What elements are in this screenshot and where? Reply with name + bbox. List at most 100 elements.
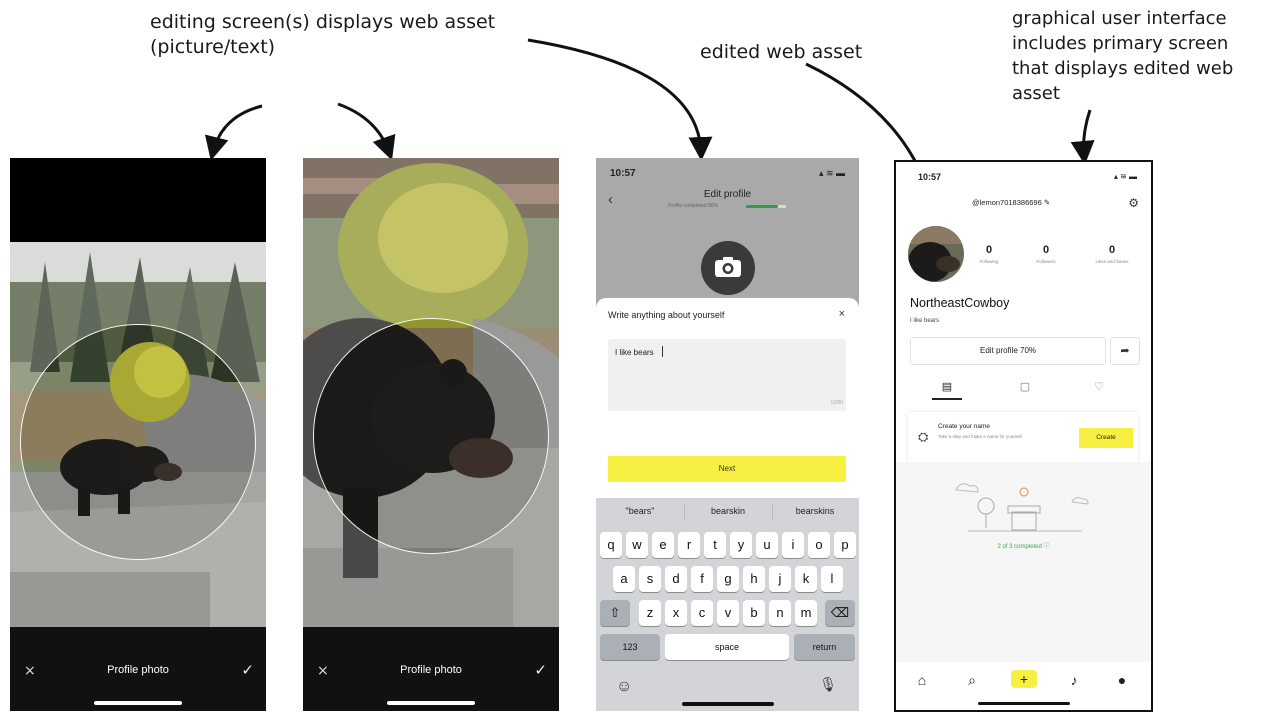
numbers-key[interactable]: 123 bbox=[600, 634, 660, 660]
suggestion-item[interactable]: "bears" bbox=[597, 506, 683, 516]
annotation-line: (picture/text) bbox=[150, 36, 276, 58]
close-icon[interactable]: × bbox=[839, 308, 845, 320]
delete-key[interactable]: ⌫ bbox=[825, 600, 855, 626]
sheet-title: Write anything about yourself bbox=[608, 310, 725, 320]
page-title: Edit profile bbox=[703, 189, 752, 200]
nav-notifications-icon[interactable]: ♪ bbox=[1062, 672, 1086, 688]
stat-value: 0 bbox=[1042, 244, 1050, 256]
key-p[interactable]: p bbox=[834, 532, 856, 558]
key-f[interactable]: f bbox=[691, 566, 713, 592]
card-subtitle: Take a step and make a name for yourself… bbox=[938, 434, 1024, 439]
nav-create-button[interactable]: + bbox=[1011, 670, 1037, 688]
crop-circle[interactable] bbox=[20, 324, 256, 560]
home-indicator bbox=[977, 702, 1070, 705]
card-title: Create your name bbox=[938, 423, 991, 430]
status-time: 10:57 bbox=[918, 172, 942, 182]
annotation-line: that displays edited web bbox=[1012, 58, 1234, 79]
active-tab-indicator bbox=[932, 398, 962, 400]
bear-photo[interactable] bbox=[10, 242, 266, 628]
camera-icon bbox=[715, 257, 741, 277]
crop-toolbar: × Profile photo ✓ bbox=[10, 627, 266, 711]
key-g[interactable]: g bbox=[717, 566, 739, 592]
bio-edit-screen: 10:57 ▴ ≋ ▬ ‹ Edit profile Profile compl… bbox=[596, 158, 859, 711]
crop-toolbar: × Profile photo ✓ bbox=[303, 627, 559, 711]
annotation-line: includes primary screen bbox=[1012, 33, 1229, 54]
confirm-button[interactable]: ✓ bbox=[241, 661, 254, 679]
annotation-line: editing screen(s) displays web asset bbox=[150, 11, 496, 33]
crop-circle[interactable] bbox=[313, 318, 549, 554]
emoji-icon[interactable]: ☺ bbox=[616, 678, 632, 696]
key-r[interactable]: r bbox=[678, 532, 700, 558]
key-q[interactable]: q bbox=[600, 532, 622, 558]
stat-label: Likes and Saves bbox=[1095, 259, 1129, 264]
key-n[interactable]: n bbox=[769, 600, 791, 626]
key-c[interactable]: c bbox=[691, 600, 713, 626]
bear-photo-zoomed[interactable] bbox=[303, 158, 559, 628]
profile-avatar[interactable] bbox=[908, 226, 964, 282]
key-i[interactable]: i bbox=[782, 532, 804, 558]
key-t[interactable]: t bbox=[704, 532, 726, 558]
profile-avatar-drawing bbox=[908, 226, 964, 282]
settings-gear-icon[interactable]: ⚙ bbox=[1128, 196, 1139, 210]
key-s[interactable]: s bbox=[639, 566, 661, 592]
key-h[interactable]: h bbox=[743, 566, 765, 592]
tab-liked-icon[interactable]: ♡ bbox=[1084, 380, 1114, 393]
home-indicator bbox=[94, 701, 182, 705]
microphone-icon[interactable]: 🎙 bbox=[819, 676, 837, 693]
profile-screen: 10:57 ▴ ≋ ▬ @lemon7018386696 ✎ ⚙ 0 Follo… bbox=[894, 160, 1153, 712]
suggestion-item[interactable]: bearskin bbox=[685, 506, 771, 516]
nav-search-icon[interactable]: ⌕ bbox=[960, 672, 984, 689]
stat-followers[interactable]: 0 Followers bbox=[1016, 244, 1076, 264]
profile-progress-bar bbox=[746, 205, 786, 208]
key-w[interactable]: w bbox=[626, 532, 648, 558]
confirm-button[interactable]: ✓ bbox=[534, 661, 547, 679]
shift-key[interactable]: ⇧ bbox=[600, 600, 630, 626]
key-a[interactable]: a bbox=[613, 566, 635, 592]
person-icon: ⛭ bbox=[918, 429, 929, 444]
key-u[interactable]: u bbox=[756, 532, 778, 558]
nav-profile-icon[interactable]: ● bbox=[1110, 672, 1134, 688]
key-m[interactable]: m bbox=[795, 600, 817, 626]
crop-title: Profile photo bbox=[107, 664, 169, 676]
key-b[interactable]: b bbox=[743, 600, 765, 626]
stat-likes[interactable]: 0 Likes and Saves bbox=[1082, 244, 1142, 264]
key-v[interactable]: v bbox=[717, 600, 739, 626]
key-k[interactable]: k bbox=[795, 566, 817, 592]
user-handle[interactable]: @lemon7018386696 ✎ bbox=[972, 198, 1050, 207]
key-e[interactable]: e bbox=[652, 532, 674, 558]
crop-screen-left: × Profile photo ✓ bbox=[10, 158, 266, 711]
stat-value: 0 bbox=[985, 244, 993, 256]
completion-status: 2 of 3 completed ⓘ bbox=[997, 544, 1050, 550]
tab-saved-icon[interactable]: ▢ bbox=[1010, 380, 1040, 393]
key-z[interactable]: z bbox=[639, 600, 661, 626]
tab-posts-icon[interactable]: ▤ bbox=[932, 380, 962, 393]
share-icon[interactable]: ➦ bbox=[1110, 337, 1140, 365]
key-l[interactable]: l bbox=[821, 566, 843, 592]
annotation-edited-asset: edited web asset bbox=[700, 41, 863, 63]
key-x[interactable]: x bbox=[665, 600, 687, 626]
return-key[interactable]: return bbox=[794, 634, 855, 660]
next-button[interactable]: Next bbox=[608, 456, 846, 482]
profile-progress-fill bbox=[746, 205, 778, 208]
profile-bio: I like bears bbox=[910, 318, 940, 324]
annotation-line: graphical user interface bbox=[1012, 8, 1227, 29]
annotation-gui: graphical user interface includes primar… bbox=[1012, 6, 1233, 106]
annotation-editing-screens: editing screen(s) displays web asset (pi… bbox=[150, 10, 495, 60]
status-icons: ▴ ≋ ▬ bbox=[818, 168, 845, 178]
create-button[interactable]: Create bbox=[1079, 428, 1133, 448]
arrow-to-right-crop bbox=[337, 102, 396, 161]
stat-following[interactable]: 0 Following bbox=[959, 244, 1019, 264]
key-j[interactable]: j bbox=[769, 566, 791, 592]
home-indicator bbox=[681, 702, 774, 706]
key-y[interactable]: y bbox=[730, 532, 752, 558]
edit-profile-button[interactable]: Edit profile 70% bbox=[910, 337, 1106, 365]
key-o[interactable]: o bbox=[808, 532, 830, 558]
illustration-drawing bbox=[955, 483, 1089, 532]
nav-home-icon[interactable]: ⌂ bbox=[910, 672, 934, 688]
content-area bbox=[896, 562, 1151, 662]
profile-progress-text: Profile completed 80% bbox=[668, 203, 719, 209]
crop-title: Profile photo bbox=[400, 664, 462, 676]
space-key[interactable]: space bbox=[665, 634, 789, 660]
key-d[interactable]: d bbox=[665, 566, 687, 592]
suggestion-item[interactable]: bearskins bbox=[772, 506, 858, 516]
